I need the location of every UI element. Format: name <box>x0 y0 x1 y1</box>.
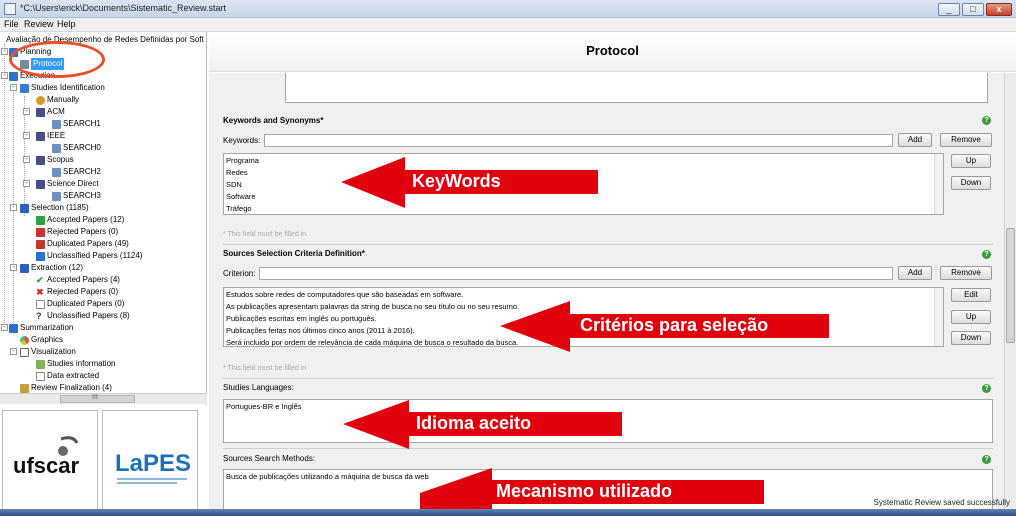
status-message: Systematic Review saved successfully <box>873 498 1011 507</box>
annotation-languages: Idioma aceito <box>416 413 532 433</box>
os-taskbar <box>0 509 1016 516</box>
application-window: *C:\Users\erick\Documents\Sistematic_Rev… <box>0 0 1016 516</box>
annotation-arrows <box>341 157 829 516</box>
annotation-criteria: Critérios para seleção <box>580 315 769 335</box>
annotation-keywords: KeyWords <box>412 171 501 191</box>
annotation-methods: Mecanismo utilizado <box>496 481 673 501</box>
